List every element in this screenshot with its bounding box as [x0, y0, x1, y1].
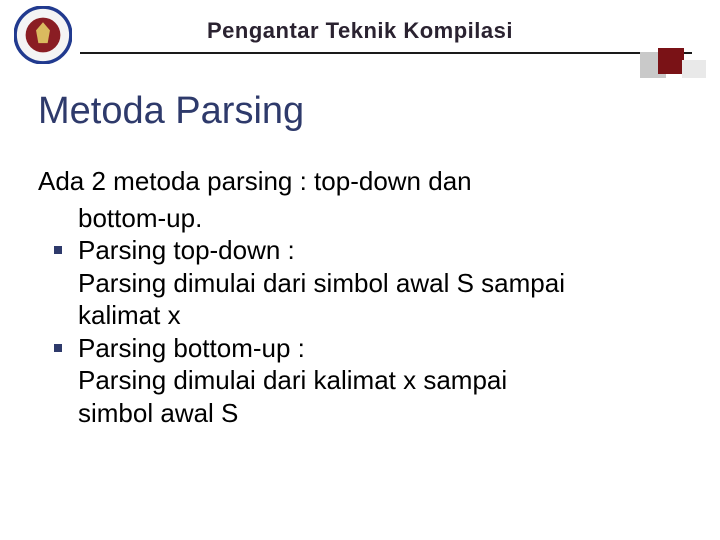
item-desc: Parsing dimulai dari kalimat x sampai — [38, 364, 678, 397]
intro-text-line2: bottom-up. — [38, 202, 678, 235]
item-desc: kalimat x — [38, 299, 678, 332]
slide-body: Ada 2 metoda parsing : top-down dan bott… — [38, 165, 678, 429]
course-title: Pengantar Teknik Kompilasi — [0, 18, 720, 44]
slide: Pengantar Teknik Kompilasi Metoda Parsin… — [0, 0, 720, 540]
item-desc: Parsing dimulai dari simbol awal S sampa… — [38, 267, 678, 300]
header-rule — [80, 52, 692, 54]
item-desc: simbol awal S — [38, 397, 678, 430]
slide-title: Metoda Parsing — [38, 90, 304, 133]
accent-squares — [640, 48, 706, 78]
list-item: Parsing top-down : — [38, 234, 678, 267]
bullet-icon — [54, 344, 62, 352]
item-head: Parsing top-down : — [78, 235, 295, 265]
item-head: Parsing bottom-up : — [78, 333, 305, 363]
intro-text-line1: Ada 2 metoda parsing : top-down dan — [38, 165, 678, 198]
bullet-icon — [54, 246, 62, 254]
list-item: Parsing bottom-up : — [38, 332, 678, 365]
